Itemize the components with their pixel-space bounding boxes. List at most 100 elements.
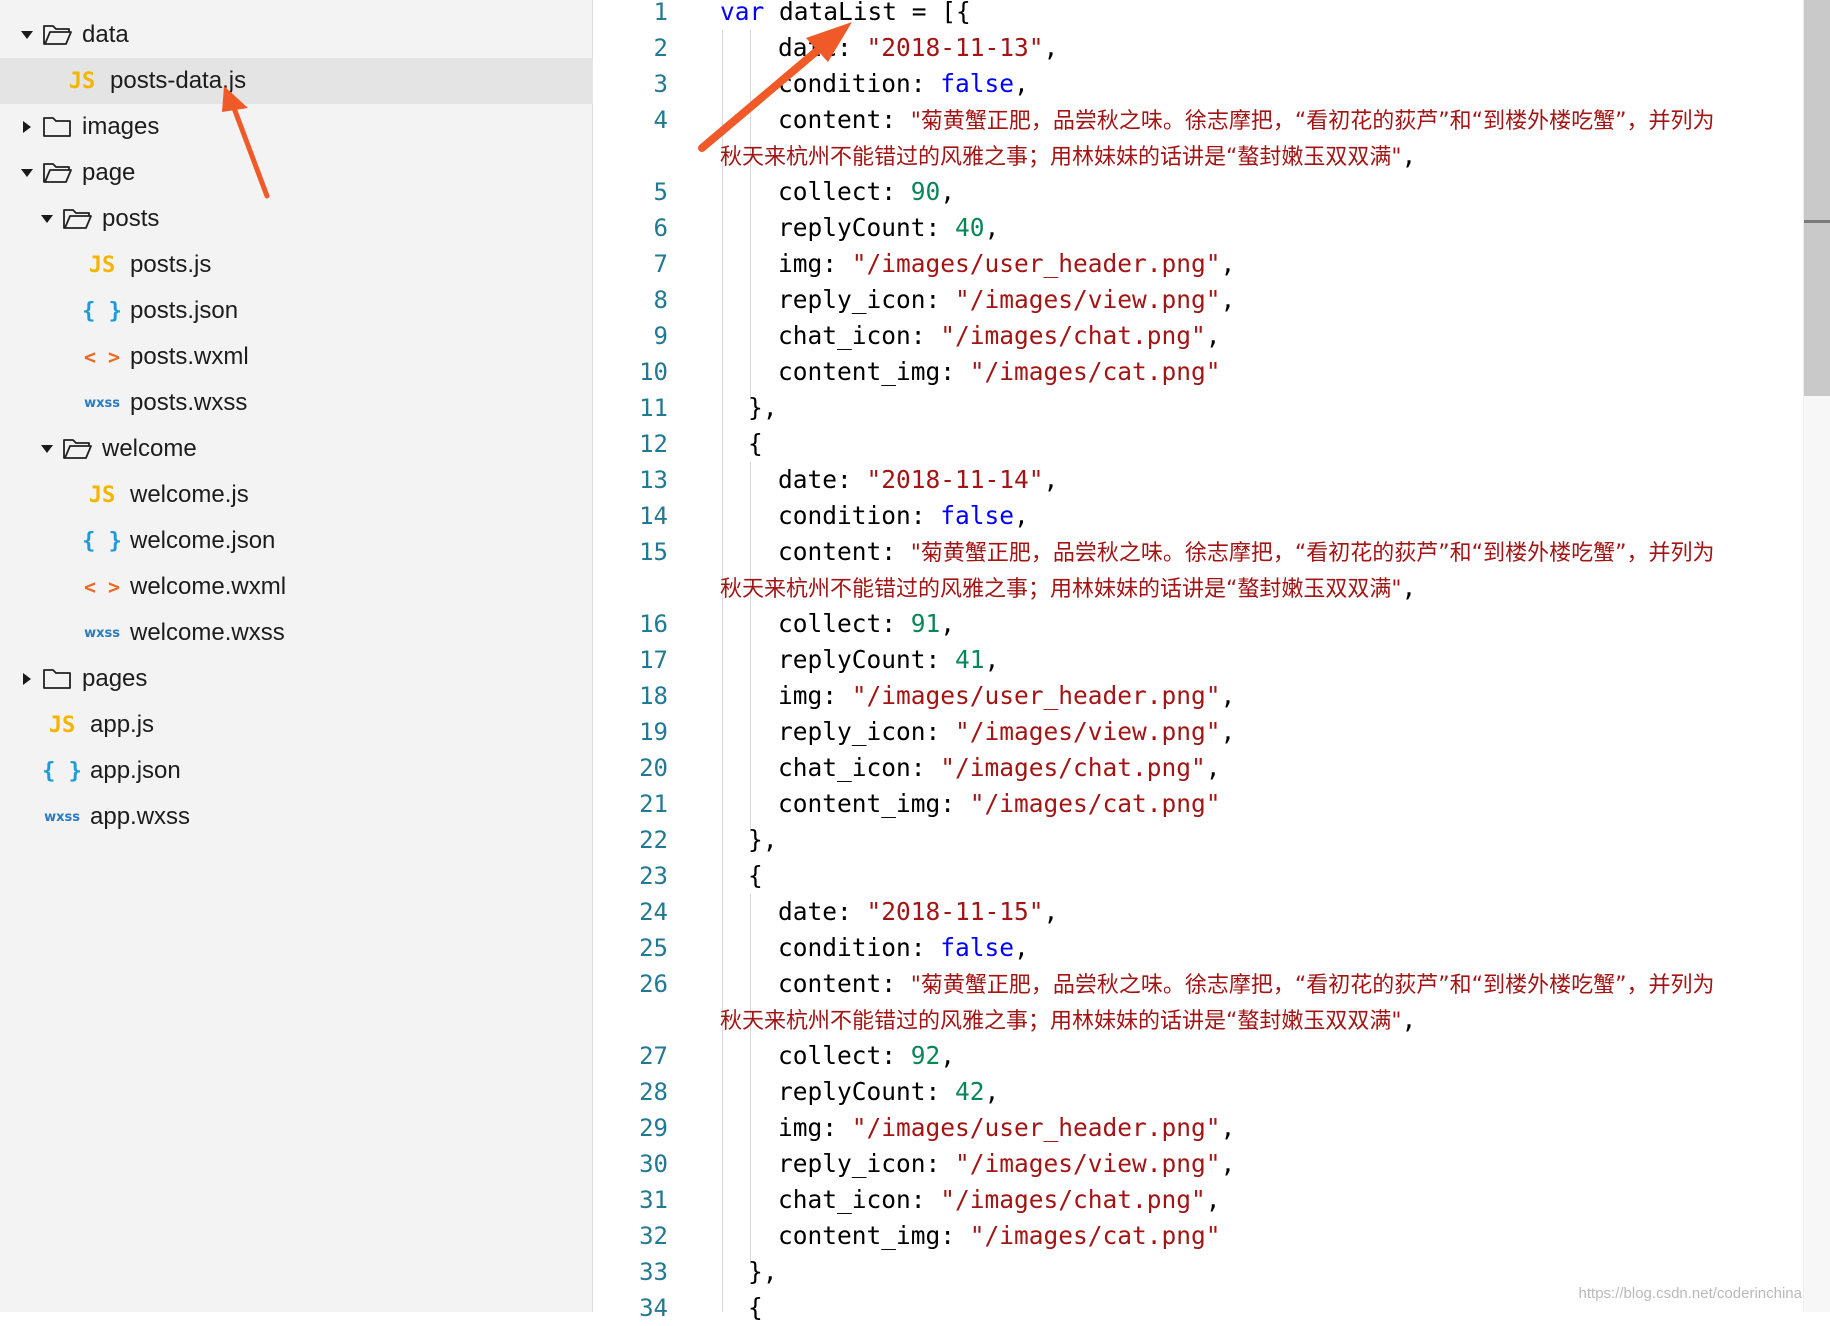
code-line[interactable]: chat_icon: "/images/chat.png", xyxy=(778,318,1221,354)
tree-folder-pages[interactable]: pages xyxy=(0,656,606,702)
folder-icon xyxy=(40,113,74,141)
code-line[interactable]: content_img: "/images/cat.png" xyxy=(778,1218,1221,1254)
tree-file-posts-data-js[interactable]: JS posts-data.js xyxy=(0,58,654,104)
code-line[interactable]: replyCount: 42, xyxy=(778,1074,999,1110)
tree-folder-welcome[interactable]: welcome xyxy=(0,426,626,472)
tree-item-label: posts.wxml xyxy=(130,343,249,370)
code-line[interactable]: var dataList = [{ xyxy=(720,0,971,30)
scrollbar-thumb[interactable] xyxy=(1804,0,1830,396)
code-line[interactable]: chat_icon: "/images/chat.png", xyxy=(778,750,1221,786)
line-number: 25 xyxy=(639,934,668,962)
folder-open-icon xyxy=(40,159,74,187)
code-line[interactable]: chat_icon: "/images/chat.png", xyxy=(778,1182,1221,1218)
code-key: content: xyxy=(778,105,911,134)
code-punct: , xyxy=(940,1041,956,1070)
code-line[interactable]: date: "2018-11-13", xyxy=(778,30,1058,66)
code-line[interactable]: content_img: "/images/cat.png" xyxy=(778,354,1221,390)
line-number: 24 xyxy=(639,898,668,926)
code-line[interactable]: }, xyxy=(748,390,778,426)
code-line[interactable]: replyCount: 41, xyxy=(778,642,999,678)
code-line[interactable]: collect: 91, xyxy=(778,606,955,642)
tree-file-welcome-wxss[interactable]: wxss welcome.wxss xyxy=(0,610,674,656)
code-key: reply_icon: xyxy=(778,285,956,314)
code-string: "菊黄蟹正肥，品尝秋之味。徐志摩把，“看初花的荻芦”和“到楼外楼吃蟹”，并列为 xyxy=(910,973,1715,998)
code-line-wrapped[interactable]: 秋天来杭州不能错过的风雅之事；用林妹妹的话讲是“螯封嫩玉双双满", xyxy=(720,570,1416,606)
code-line[interactable]: { xyxy=(748,1290,763,1326)
code-line[interactable]: content: "菊黄蟹正肥，品尝秋之味。徐志摩把，“看初花的荻芦”和“到楼外… xyxy=(778,534,1714,570)
line-number: 19 xyxy=(639,718,668,746)
chevron-down-icon[interactable] xyxy=(14,28,40,42)
indent-guide xyxy=(750,30,751,400)
code-string: "/images/chat.png" xyxy=(940,1185,1206,1214)
tree-file-app-js[interactable]: JS app.js xyxy=(0,702,634,748)
tree-item-label: welcome.wxss xyxy=(130,619,285,646)
line-number: 17 xyxy=(639,646,668,674)
code-key: replyCount: xyxy=(778,213,956,242)
code-line[interactable]: { xyxy=(748,858,763,894)
folder-open-icon xyxy=(60,205,94,233)
code-line[interactable]: img: "/images/user_header.png", xyxy=(778,246,1235,282)
tree-folder-page[interactable]: page xyxy=(0,150,606,196)
chevron-down-icon[interactable] xyxy=(34,212,60,226)
code-number: 40 xyxy=(955,213,985,242)
line-number: 14 xyxy=(639,502,668,530)
line-number: 16 xyxy=(639,610,668,638)
tree-file-posts-js[interactable]: JS posts.js xyxy=(0,242,674,288)
code-line[interactable]: content_img: "/images/cat.png" xyxy=(778,786,1221,822)
json-file-icon: { } xyxy=(42,758,82,784)
code-line[interactable]: condition: false, xyxy=(778,66,1029,102)
tree-file-app-json[interactable]: { } app.json xyxy=(0,748,634,794)
code-number: 90 xyxy=(910,177,941,206)
chevron-down-icon[interactable] xyxy=(14,166,40,180)
js-file-icon: JS xyxy=(88,252,116,278)
code-line[interactable]: content: "菊黄蟹正肥，品尝秋之味。徐志摩把，“看初花的荻芦”和“到楼外… xyxy=(778,966,1714,1002)
code-key: img: xyxy=(778,249,852,278)
code-key: img: xyxy=(778,1113,852,1142)
tree-folder-data[interactable]: data xyxy=(0,12,606,58)
folder-icon xyxy=(40,665,74,693)
chevron-right-icon[interactable] xyxy=(14,672,40,686)
code-line[interactable]: img: "/images/user_header.png", xyxy=(778,678,1235,714)
code-line[interactable]: }, xyxy=(748,1254,778,1290)
tree-file-welcome-json[interactable]: { } welcome.json xyxy=(0,518,674,564)
code-line[interactable]: condition: false, xyxy=(778,498,1029,534)
indent-guide xyxy=(722,30,723,1312)
code-line[interactable]: img: "/images/user_header.png", xyxy=(778,1110,1235,1146)
chevron-down-icon[interactable] xyxy=(34,442,60,456)
code-line[interactable]: { xyxy=(748,426,763,462)
code-line[interactable]: reply_icon: "/images/view.png", xyxy=(778,282,1235,318)
tree-item-label: welcome.wxml xyxy=(130,573,287,600)
chevron-right-icon[interactable] xyxy=(14,120,40,134)
code-line-wrapped[interactable]: 秋天来杭州不能错过的风雅之事；用林妹妹的话讲是“螯封嫩玉双双满", xyxy=(720,138,1416,174)
code-key: content_img: xyxy=(778,789,970,818)
tree-file-welcome-js[interactable]: JS welcome.js xyxy=(0,472,674,518)
code-line[interactable]: content: "菊黄蟹正肥，品尝秋之味。徐志摩把，“看初花的荻芦”和“到楼外… xyxy=(778,102,1714,138)
code-string: 秋天来杭州不能错过的风雅之事；用林妹妹的话讲是“螯封嫩玉双双满" xyxy=(720,577,1402,602)
line-number: 10 xyxy=(639,358,668,386)
line-number: 21 xyxy=(639,790,668,818)
code-line-wrapped[interactable]: 秋天来杭州不能错过的风雅之事；用林妹妹的话讲是“螯封嫩玉双双满", xyxy=(720,1002,1416,1038)
code-line[interactable]: reply_icon: "/images/view.png", xyxy=(778,714,1235,750)
line-number: 26 xyxy=(639,970,668,998)
tree-file-posts-wxml[interactable]: < > posts.wxml xyxy=(0,334,674,380)
tree-item-label: data xyxy=(82,21,129,48)
tree-folder-images[interactable]: images xyxy=(0,104,606,150)
code-line[interactable]: }, xyxy=(748,822,778,858)
tree-file-posts-wxss[interactable]: wxss posts.wxss xyxy=(0,380,674,426)
code-line[interactable]: condition: false, xyxy=(778,930,1029,966)
code-line[interactable]: date: "2018-11-14", xyxy=(778,462,1058,498)
code-line[interactable]: collect: 92, xyxy=(778,1038,955,1074)
tree-file-posts-json[interactable]: { } posts.json xyxy=(0,288,674,334)
code-line[interactable]: reply_icon: "/images/view.png", xyxy=(778,1146,1235,1182)
line-number: 7 xyxy=(653,250,668,278)
code-line[interactable]: collect: 90, xyxy=(778,174,955,210)
tree-folder-posts[interactable]: posts xyxy=(0,196,626,242)
code-key: content: xyxy=(778,537,911,566)
code-punct: , xyxy=(1220,249,1236,278)
tree-file-welcome-wxml[interactable]: < > welcome.wxml xyxy=(0,564,674,610)
line-number: 30 xyxy=(639,1150,668,1178)
code-line[interactable]: replyCount: 40, xyxy=(778,210,999,246)
line-number: 2 xyxy=(653,34,668,62)
tree-file-app-wxss[interactable]: wxss app.wxss xyxy=(0,794,634,840)
code-line[interactable]: date: "2018-11-15", xyxy=(778,894,1058,930)
